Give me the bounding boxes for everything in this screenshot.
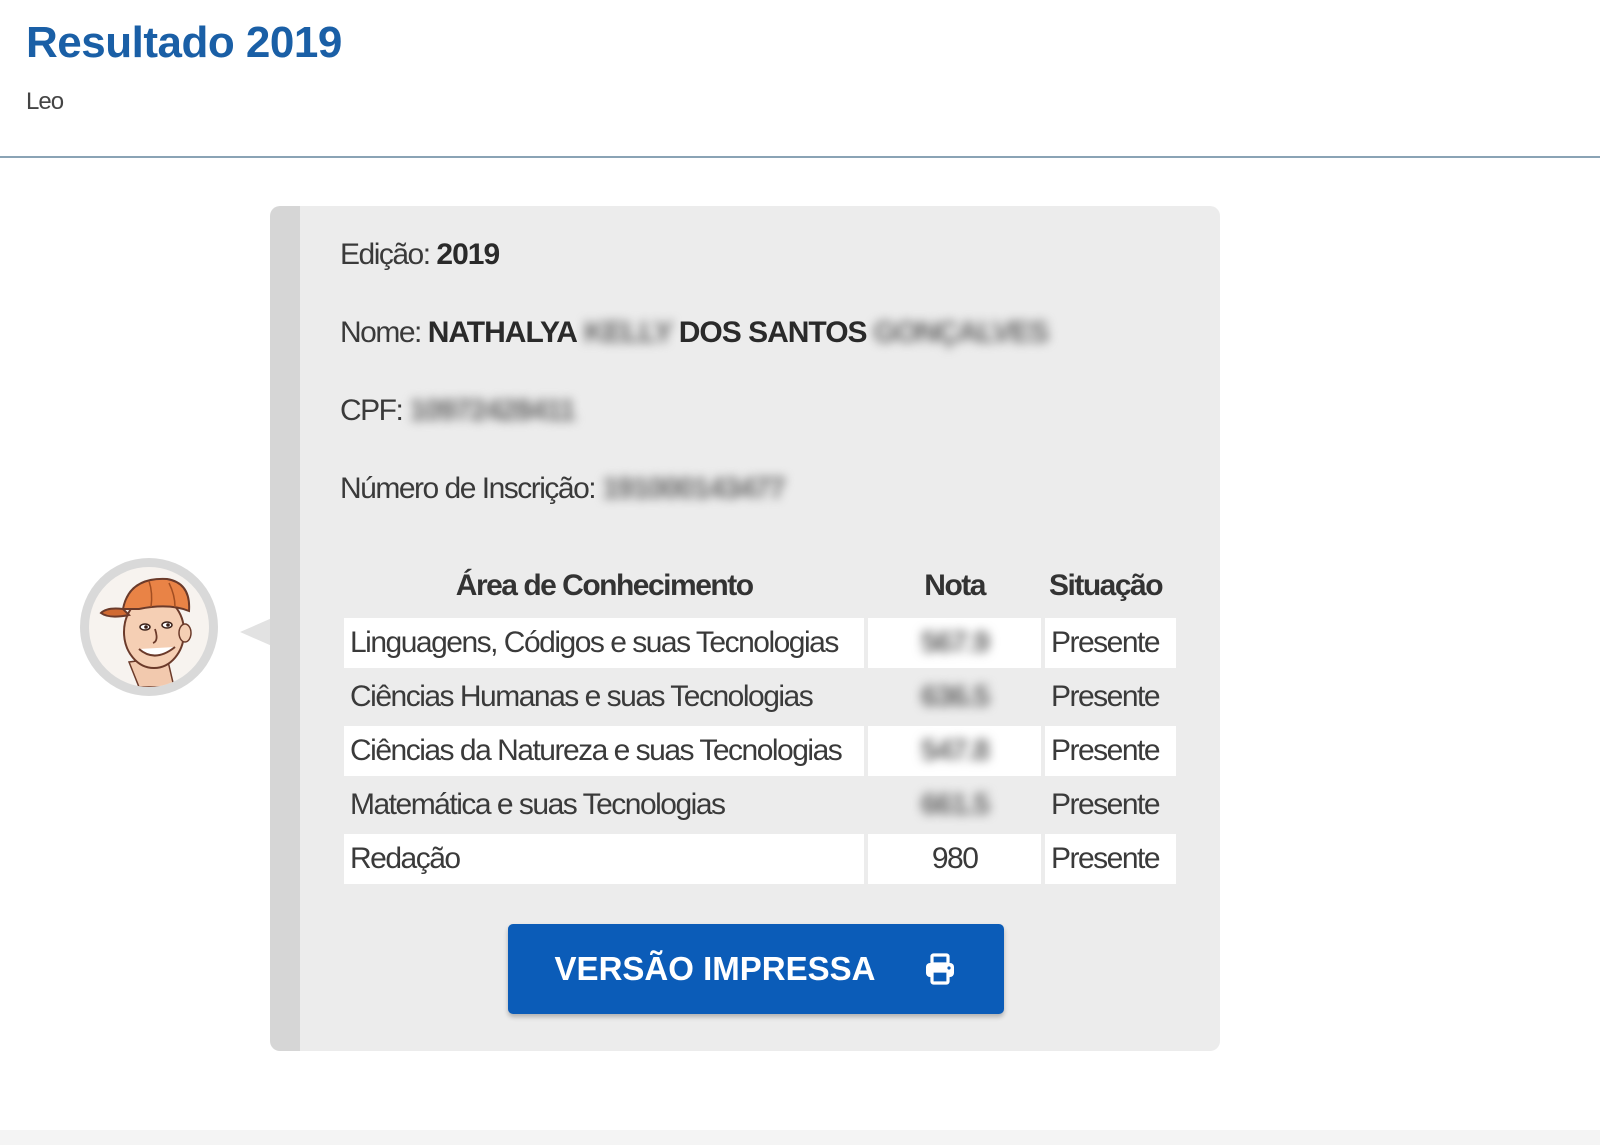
edicao-value: 2019 <box>436 238 500 271</box>
table-header-row: Área de Conhecimento Nota Situação <box>344 562 1176 614</box>
area-cell: Linguagens, Códigos e suas Tecnologias <box>344 618 865 668</box>
page-title: Resultado 2019 <box>26 18 342 67</box>
cartoon-face-icon <box>99 577 192 687</box>
print-version-button[interactable]: VERSÃO IMPRESSA <box>508 924 1004 1014</box>
nome-line: Nome: NATHALYA KELLY DOS SANTOS GONÇALVE… <box>340 316 1049 350</box>
cpf-label: CPF: <box>340 394 404 427</box>
print-button-label: VERSÃO IMPRESSA <box>554 950 876 987</box>
header-area: Área de Conhecimento <box>455 569 754 602</box>
situacao-cell: Presente <box>1044 780 1176 830</box>
situacao-cell: Presente <box>1044 672 1176 722</box>
cpf-redacted: 10972428411 <box>409 394 576 427</box>
inscricao-label: Número de Inscrição: <box>340 472 597 505</box>
area-cell: Redação <box>344 834 865 884</box>
nota-cell: 567.9 <box>868 618 1041 668</box>
nota-cell: 636.5 <box>868 672 1041 722</box>
situacao-cell: Presente <box>1044 618 1176 668</box>
page: Resultado 2019 Leo Edição: 2019 Nome: NA… <box>0 0 1600 1145</box>
table-row: Ciências da Natureza e suas Tecnologias … <box>344 726 1176 776</box>
nota-redacted: 661.5 <box>920 788 990 821</box>
printer-icon <box>923 952 957 986</box>
table-row: Redação 980 Presente <box>344 834 1176 884</box>
situacao-cell: Presente <box>1044 834 1176 884</box>
nota-cell: 980 <box>868 834 1041 884</box>
nome-first: NATHALYA <box>427 316 578 349</box>
nome-redacted-1: KELLY <box>583 316 674 349</box>
nome-middle: DOS SANTOS <box>678 316 868 349</box>
situacao-cell: Presente <box>1044 726 1176 776</box>
nome-label: Nome: <box>340 316 422 349</box>
area-cell: Ciências da Natureza e suas Tecnologias <box>344 726 865 776</box>
avatar <box>80 558 218 696</box>
table-row: Linguagens, Códigos e suas Tecnologias 5… <box>344 618 1176 668</box>
speech-bubble-tail <box>240 618 272 646</box>
nota-redacted: 547.8 <box>920 734 990 767</box>
result-card: Edição: 2019 Nome: NATHALYA KELLY DOS SA… <box>270 206 1220 1051</box>
edicao-line: Edição: 2019 <box>340 238 500 272</box>
nome-redacted-2: GONÇALVES <box>873 316 1049 349</box>
inscricao-line: Número de Inscrição: 191000143477 <box>340 472 786 506</box>
score-table: Área de Conhecimento Nota Situação Lingu… <box>340 558 1180 888</box>
area-cell: Matemática e suas Tecnologias <box>344 780 865 830</box>
area-cell: Ciências Humanas e suas Tecnologias <box>344 672 865 722</box>
nota-cell: 661.5 <box>868 780 1041 830</box>
table-row: Ciências Humanas e suas Tecnologias 636.… <box>344 672 1176 722</box>
nota-redacted: 567.9 <box>920 626 990 659</box>
nota-cell: 547.8 <box>868 726 1041 776</box>
inscricao-redacted: 191000143477 <box>601 472 786 505</box>
header-situacao: Situação <box>1048 569 1164 602</box>
page-subtitle: Leo <box>26 88 64 115</box>
page-header: Resultado 2019 Leo <box>0 0 1600 158</box>
nota-redacted: 636.5 <box>920 680 990 713</box>
header-nota: Nota <box>924 569 986 602</box>
cpf-line: CPF: 10972428411 <box>340 394 576 428</box>
avatar-image <box>89 567 209 687</box>
table-row: Matemática e suas Tecnologias 661.5 Pres… <box>344 780 1176 830</box>
edicao-label: Edição: <box>340 238 431 271</box>
footer-strip <box>0 1130 1600 1145</box>
